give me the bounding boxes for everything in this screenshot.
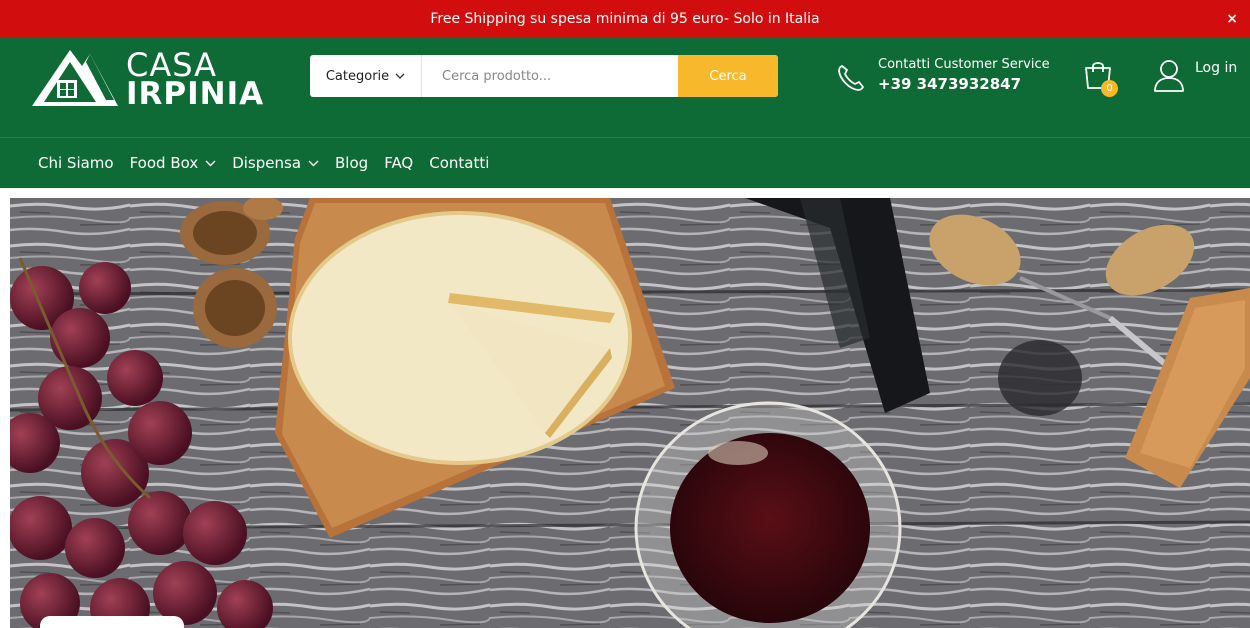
hero-slider-tab	[40, 616, 184, 628]
nav-item-label: Chi Siamo	[38, 154, 114, 172]
search-bar: Categorie Cerca	[310, 55, 778, 97]
phone-icon	[838, 65, 864, 91]
chevron-down-icon	[395, 73, 405, 79]
nav-item-blog[interactable]: Blog	[335, 154, 368, 172]
user-icon	[1154, 60, 1184, 92]
login-label: Log in	[1195, 60, 1238, 76]
close-icon[interactable]: ×	[1226, 11, 1238, 27]
nav-item-label: FAQ	[384, 154, 414, 172]
category-dropdown[interactable]: Categorie	[310, 55, 422, 97]
nav-item-faq[interactable]: FAQ	[384, 154, 413, 172]
chevron-down-icon	[308, 160, 319, 166]
nav-item-chi-siamo[interactable]: Chi Siamo	[38, 154, 114, 172]
login-button[interactable]: Log in	[1153, 58, 1237, 92]
contact-phone[interactable]: +39 3473932847	[878, 75, 1050, 93]
promo-text: Free Shipping su spesa minima di 95 euro…	[430, 11, 820, 27]
nav-item-contatti[interactable]: Contatti	[429, 154, 489, 172]
hero-banner-image	[10, 198, 1250, 628]
cart-count-badge: 0	[1101, 80, 1118, 97]
logo-house-icon	[32, 50, 118, 106]
search-button[interactable]: Cerca	[678, 55, 778, 97]
nav-item-label: Blog	[335, 154, 369, 172]
logo-text-irpinia: IRPINIA	[126, 76, 265, 112]
promo-bar: Free Shipping su spesa minima di 95 euro…	[0, 0, 1250, 38]
chevron-down-icon	[205, 160, 216, 166]
cart-button[interactable]: 0	[1082, 58, 1118, 98]
nav-item-food-box[interactable]: Food Box	[130, 154, 217, 172]
search-input[interactable]	[422, 55, 678, 97]
nav-item-label: Contatti	[429, 154, 490, 172]
nav-item-label: Food Box	[129, 154, 199, 172]
site-header: CASA IRPINIA Categorie Cerca Contatti Cu…	[0, 38, 1250, 137]
site-logo[interactable]: CASA IRPINIA	[30, 44, 280, 112]
category-label: Categorie	[325, 68, 390, 84]
main-nav: Chi Siamo Food Box Dispensa Blog FAQ Con…	[0, 137, 1250, 188]
customer-service-contact[interactable]: Contatti Customer Service +39 3473932847	[836, 57, 1050, 93]
contact-label: Contatti Customer Service	[878, 57, 1050, 72]
hero-food-illustration	[10, 198, 1250, 628]
nav-item-dispensa[interactable]: Dispensa	[232, 154, 319, 172]
nav-item-label: Dispensa	[232, 154, 302, 172]
